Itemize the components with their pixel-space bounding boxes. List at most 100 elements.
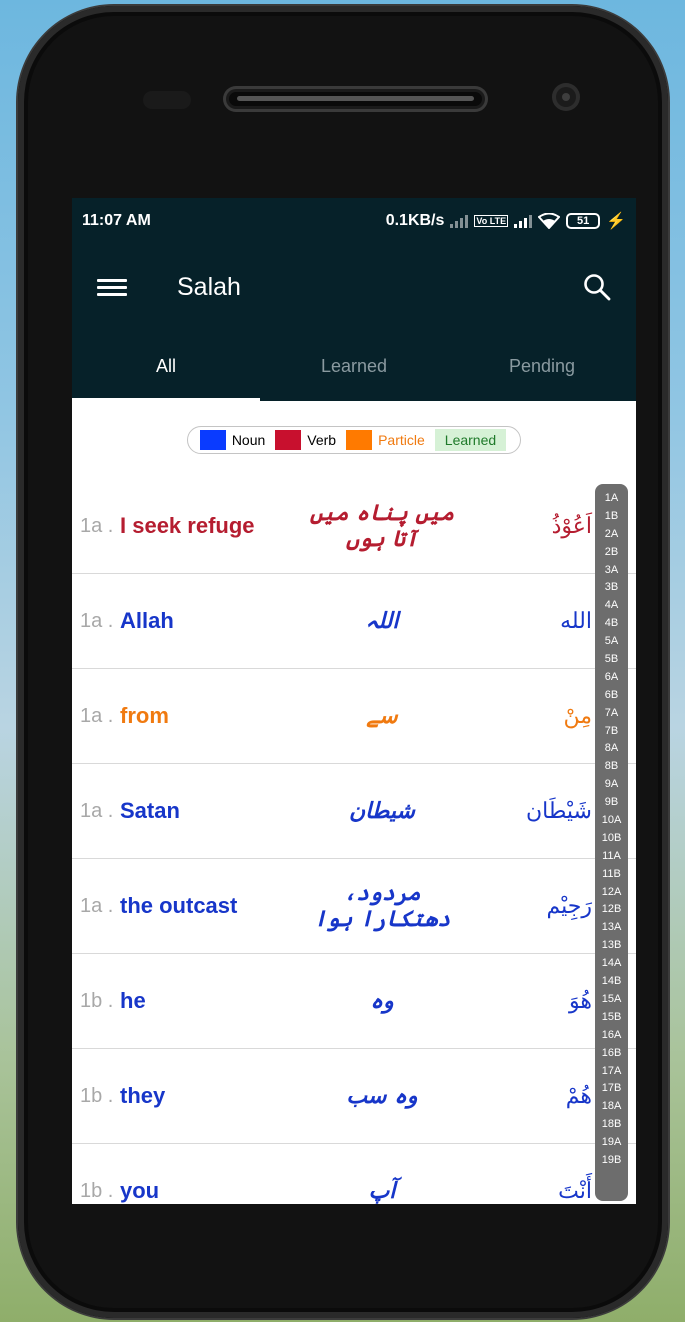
word-number: 1a . <box>80 514 114 537</box>
status-bar: 11:07 AM 0.1KB/s Vo LTE 51 ⚡ <box>72 198 636 243</box>
word-number: 1a . <box>80 799 114 822</box>
index-item[interactable]: 10A <box>602 812 622 830</box>
color-legend: Noun Verb Particle Learned <box>186 426 522 454</box>
index-item[interactable]: 7B <box>605 723 618 741</box>
index-item[interactable]: 2B <box>605 544 618 562</box>
index-item[interactable]: 8B <box>605 758 618 776</box>
earpiece-speaker <box>223 86 488 112</box>
arabic-word: هُوَ <box>569 988 592 1014</box>
section-index-scrollbar[interactable]: 1A 1B 2A 2B 3A 3B 4A 4B 5A 5B 6A 6B 7A 7B 8A 8B 9A 9B 10A 1… <box>595 484 628 1201</box>
verb-swatch <box>275 430 302 450</box>
tab-all[interactable]: All <box>72 331 260 401</box>
status-time: 11:07 AM <box>82 211 151 229</box>
word-number: 1a . <box>80 704 114 727</box>
urdu-meaning: مردود، دھتکارا ہوا <box>313 880 451 932</box>
noun-swatch <box>199 430 226 450</box>
index-item[interactable]: 6A <box>605 669 618 687</box>
index-item[interactable]: 11B <box>602 866 621 884</box>
index-item[interactable]: 17A <box>602 1063 622 1081</box>
charging-icon: ⚡ <box>606 212 626 230</box>
index-item[interactable]: 13A <box>602 919 622 937</box>
english-meaning: Allah <box>120 608 174 633</box>
search-icon[interactable] <box>582 272 612 302</box>
legend-noun: Noun <box>231 432 266 448</box>
tab-learned[interactable]: Learned <box>260 331 448 401</box>
list-item[interactable]: 1a . I seek refuge میں پناہ میں آتا ہوں … <box>72 479 636 574</box>
legend-verb: Verb <box>307 432 337 448</box>
list-item[interactable]: 1a . Satan شیطان شَيْطَان <box>72 764 636 859</box>
index-item[interactable]: 7A <box>605 705 618 723</box>
index-item[interactable]: 13B <box>602 937 622 955</box>
word-number: 1b . <box>80 1179 114 1202</box>
index-item[interactable]: 12A <box>602 884 622 902</box>
arabic-word: شَيْطَان <box>526 798 592 824</box>
list-item[interactable]: 1b . they وہ سب هُمْ <box>72 1049 636 1144</box>
list-item[interactable]: 1b . he وہ هُوَ <box>72 954 636 1049</box>
index-item[interactable]: 4B <box>605 615 618 633</box>
index-item[interactable]: 19B <box>602 1152 622 1170</box>
volte-icon: Vo LTE <box>474 214 509 227</box>
proximity-sensor <box>143 91 191 109</box>
urdu-meaning: شیطان <box>349 798 415 824</box>
word-list: 1a . I seek refuge میں پناہ میں آتا ہوں … <box>72 479 636 1204</box>
urdu-meaning: میں پناہ میں آتا ہوں <box>309 500 455 552</box>
index-item[interactable]: 15A <box>602 991 622 1009</box>
legend-learned: Learned <box>434 429 507 451</box>
index-item[interactable]: 8A <box>605 740 618 758</box>
index-item[interactable]: 6B <box>605 687 618 705</box>
index-item[interactable]: 19A <box>602 1134 622 1152</box>
urdu-meaning: اللہ <box>365 608 399 634</box>
index-item[interactable]: 14B <box>602 973 622 991</box>
word-number: 1a . <box>80 609 114 632</box>
tab-pending[interactable]: Pending <box>448 331 636 401</box>
index-item[interactable]: 11A <box>602 848 621 866</box>
index-item[interactable]: 4A <box>605 597 618 615</box>
arabic-word: الله <box>560 608 592 634</box>
english-meaning: he <box>120 988 146 1013</box>
urdu-meaning: وہ <box>370 988 394 1014</box>
english-meaning: Satan <box>120 798 180 823</box>
index-item[interactable]: 9B <box>605 794 618 812</box>
index-item[interactable]: 1A <box>605 490 618 508</box>
word-number: 1b . <box>80 989 114 1012</box>
list-item[interactable]: 1b . you آپ أَنْتَ <box>72 1144 636 1204</box>
index-item[interactable]: 16A <box>602 1027 622 1045</box>
list-item[interactable]: 1a . Allah اللہ الله <box>72 574 636 669</box>
index-item[interactable]: 18B <box>602 1116 622 1134</box>
word-number: 1b . <box>80 1084 114 1107</box>
legend-particle: Particle <box>378 432 425 448</box>
english-meaning: the outcast <box>120 893 238 918</box>
urdu-meaning: وہ سب <box>346 1083 418 1109</box>
index-item[interactable]: 3B <box>605 579 618 597</box>
list-item[interactable]: 1a . from سے مِنْ <box>72 669 636 764</box>
app-bar: Salah <box>72 243 636 331</box>
arabic-word: رَجِيْم <box>546 893 592 919</box>
list-item[interactable]: 1a . the outcast مردود، دھتکارا ہوا رَجِ… <box>72 859 636 954</box>
tab-bar: All Learned Pending <box>72 331 636 401</box>
index-item[interactable]: 1B <box>605 508 618 526</box>
english-meaning: from <box>120 703 169 728</box>
index-item[interactable]: 5A <box>605 633 618 651</box>
english-meaning: they <box>120 1083 166 1108</box>
index-item[interactable]: 18A <box>602 1098 622 1116</box>
index-item[interactable]: 12B <box>602 901 622 919</box>
index-item[interactable]: 17B <box>602 1080 622 1098</box>
urdu-meaning: آپ <box>368 1178 396 1204</box>
status-icons: 0.1KB/s Vo LTE 51 ⚡ <box>386 211 626 231</box>
index-item[interactable]: 2A <box>605 526 618 544</box>
battery-level: 51 <box>576 214 590 227</box>
arabic-word: أَنْتَ <box>558 1178 592 1204</box>
data-signal-icon <box>450 214 469 228</box>
hamburger-menu-icon[interactable] <box>97 276 131 298</box>
index-item[interactable]: 9A <box>605 776 618 794</box>
particle-swatch <box>346 430 373 450</box>
index-item[interactable]: 16B <box>602 1045 622 1063</box>
legend-container: Noun Verb Particle Learned <box>72 401 636 479</box>
index-item[interactable]: 5B <box>605 651 618 669</box>
index-item[interactable]: 10B <box>602 830 622 848</box>
network-speed: 0.1KB/s <box>385 211 445 229</box>
index-item[interactable]: 14A <box>602 955 622 973</box>
index-item[interactable]: 3A <box>605 562 618 580</box>
index-item[interactable]: 15B <box>602 1009 622 1027</box>
tab-indicator <box>72 398 260 401</box>
